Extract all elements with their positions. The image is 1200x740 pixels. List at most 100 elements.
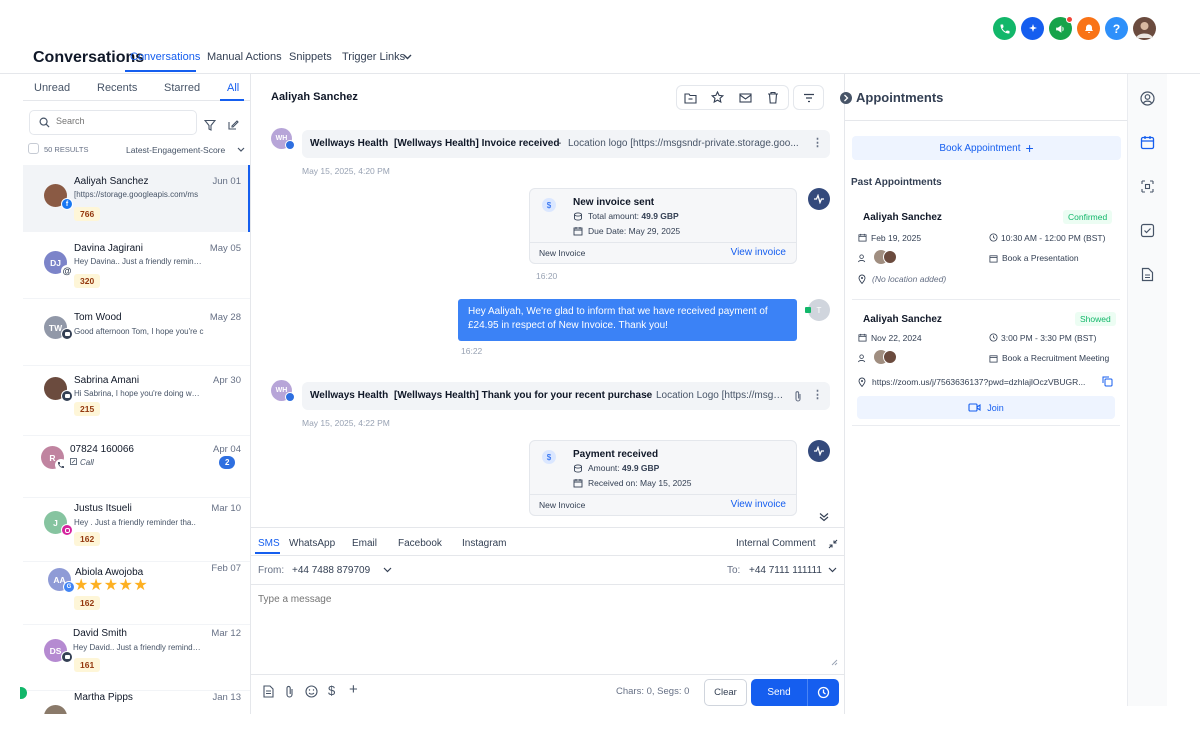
notes-icon[interactable] (1141, 267, 1154, 282)
email-message-bar[interactable]: Wellways Health [Wellways Health] Invoic… (302, 130, 830, 158)
join-meeting-button[interactable]: Join (857, 396, 1115, 419)
view-invoice-link[interactable]: View invoice (731, 499, 786, 510)
star-icon[interactable] (711, 91, 724, 104)
search-icon (39, 117, 50, 128)
template-icon[interactable] (263, 685, 274, 698)
emoji-icon[interactable] (305, 685, 318, 698)
phone-icon[interactable] (993, 17, 1016, 40)
sort-lines-icon (804, 93, 814, 103)
conversation-item[interactable]: DJ @ Davina Jagirani May 05 Hey Davina..… (23, 232, 250, 299)
composer-tab-sms[interactable]: SMS (258, 538, 280, 549)
conversation-date: Apr 30 (213, 375, 241, 386)
filter-icon[interactable] (204, 119, 216, 131)
conversation-item[interactable]: f Aaliyah Sanchez Jun 01 [https://storag… (23, 165, 250, 232)
message-preview: Hey David.. Just a friendly reminder.. (73, 643, 201, 652)
conversation-item[interactable]: R 07824 160066 Apr 04 Call 2 (23, 436, 250, 498)
task-checkbox-icon[interactable] (1140, 223, 1155, 238)
send-button[interactable]: Send (751, 679, 807, 706)
card-title: New invoice sent (573, 197, 655, 208)
contact-name: 07824 160066 (70, 444, 134, 455)
workflow-icon[interactable] (1140, 179, 1155, 194)
email-message-bar[interactable]: Wellways Health [Wellways Health] Thank … (302, 382, 830, 410)
composer-tab-facebook[interactable]: Facebook (398, 538, 442, 549)
message-input[interactable] (258, 594, 838, 668)
message-timestamp: 16:22 (461, 346, 483, 356)
appointment-card[interactable]: Aaliyah Sanchez Showed Nov 22, 2024 3:00… (852, 300, 1120, 426)
chevron-down-icon[interactable] (403, 54, 412, 60)
tab-trigger-links[interactable]: Trigger Links (342, 51, 405, 63)
avatar (44, 705, 67, 714)
search-input[interactable] (56, 116, 186, 126)
schedule-clock-icon[interactable] (817, 686, 830, 699)
chevron-down-icon[interactable] (828, 567, 837, 573)
status-badge: Confirmed (1063, 210, 1113, 224)
composer-tab-whatsapp[interactable]: WhatsApp (289, 538, 335, 549)
payment-dollar-icon[interactable]: $ (328, 683, 335, 698)
attachment-icon[interactable] (285, 685, 294, 698)
plus-icon: + (1025, 140, 1034, 156)
filter-button[interactable] (793, 85, 824, 110)
search-box[interactable] (29, 110, 197, 135)
meeting-link[interactable]: https://zoom.us/j/7563636137?pwd=dzhlajl… (872, 377, 1094, 387)
right-icon-rail (1127, 74, 1167, 706)
resize-handle-icon[interactable] (831, 659, 838, 666)
trash-icon[interactable] (767, 91, 779, 104)
composer-divider (251, 527, 845, 528)
collapse-panel-icon[interactable] (840, 92, 852, 104)
select-all-checkbox[interactable] (28, 143, 39, 154)
book-appointment-button[interactable]: Book Appointment + (852, 136, 1121, 160)
appointment-date: Feb 19, 2025 (871, 233, 922, 243)
compose-icon[interactable] (227, 119, 239, 131)
copy-icon[interactable] (1102, 376, 1113, 387)
appointment-card[interactable]: Aaliyah Sanchez Confirmed Feb 19, 2025 1… (852, 200, 1120, 300)
expand-icon[interactable] (828, 539, 838, 549)
book-appointment-label: Book Appointment (939, 142, 1021, 154)
send-button-group: Send (751, 679, 839, 706)
from-number-select[interactable]: +44 7488 879709 (292, 565, 370, 576)
conversation-item[interactable]: AA G Abiola Awojoba Feb 07 ★★★★★ 162 (23, 562, 250, 625)
thread-contact-name: Aaliyah Sanchez (271, 91, 358, 103)
tab-snippets[interactable]: Snippets (289, 51, 332, 63)
active-tab-indicator (125, 70, 196, 72)
view-invoice-link[interactable]: View invoice (731, 247, 786, 258)
bell-icon[interactable] (1077, 17, 1100, 40)
megaphone-icon[interactable] (1049, 16, 1073, 40)
folder-icon[interactable] (684, 92, 697, 104)
filter-tab-starred[interactable]: Starred (164, 82, 200, 94)
chevron-down-icon[interactable] (237, 147, 245, 152)
calendar-icon[interactable] (1140, 135, 1155, 150)
message-preview: [https://storage.googleapis.com/ms (74, 190, 199, 199)
conversation-item[interactable]: DS David Smith Mar 12 Hey David.. Just a… (23, 625, 250, 691)
more-options-icon[interactable]: ⋮ (812, 136, 823, 149)
composer-tab-email[interactable]: Email (352, 538, 377, 549)
engagement-score-badge: 161 (74, 658, 101, 672)
mail-open-icon[interactable] (739, 92, 752, 103)
agent-avatar: T (808, 299, 830, 321)
conversation-item[interactable]: J Justus Itsueli Mar 10 Hey . Just a fri… (23, 498, 250, 562)
more-options-icon[interactable]: ⋮ (812, 388, 823, 401)
tab-conversations[interactable]: Conversations (130, 51, 200, 63)
filter-tab-unread[interactable]: Unread (34, 82, 70, 94)
contact-profile-icon[interactable] (1140, 91, 1155, 106)
filter-tab-recents[interactable]: Recents (97, 82, 137, 94)
clear-button[interactable]: Clear (704, 679, 747, 706)
conversation-item[interactable]: Sabrina Amani Apr 30 Hi Sabrina, I hope … (23, 366, 250, 436)
phone-icon (55, 459, 67, 471)
help-icon[interactable]: ? (1105, 17, 1128, 40)
email-sender: Wellways Health (310, 138, 389, 149)
scroll-down-icon[interactable] (819, 512, 829, 522)
conversation-item[interactable]: TW Tom Wood May 28 Good afternoon Tom, I… (23, 299, 250, 366)
user-avatar[interactable] (1133, 17, 1156, 40)
plus-icon[interactable]: + (349, 681, 358, 698)
engagement-score-badge: 766 (74, 207, 101, 221)
ai-sparkle-icon[interactable] (1021, 17, 1044, 40)
composer-tab-instagram[interactable]: Instagram (462, 538, 506, 549)
filter-tab-all[interactable]: All (227, 82, 239, 94)
tab-manual-actions[interactable]: Manual Actions (207, 51, 282, 63)
chevron-down-icon[interactable] (383, 567, 392, 573)
composer-tab-internal-comment[interactable]: Internal Comment (736, 538, 815, 549)
conversation-item[interactable]: Martha Pipps Jan 13 (23, 691, 250, 714)
email-snippet: Location Logo [https://msgs... (656, 390, 786, 401)
to-number-select[interactable]: +44 7111 111111 (749, 565, 822, 576)
sort-selector[interactable]: Latest-Engagement-Score (126, 145, 225, 155)
